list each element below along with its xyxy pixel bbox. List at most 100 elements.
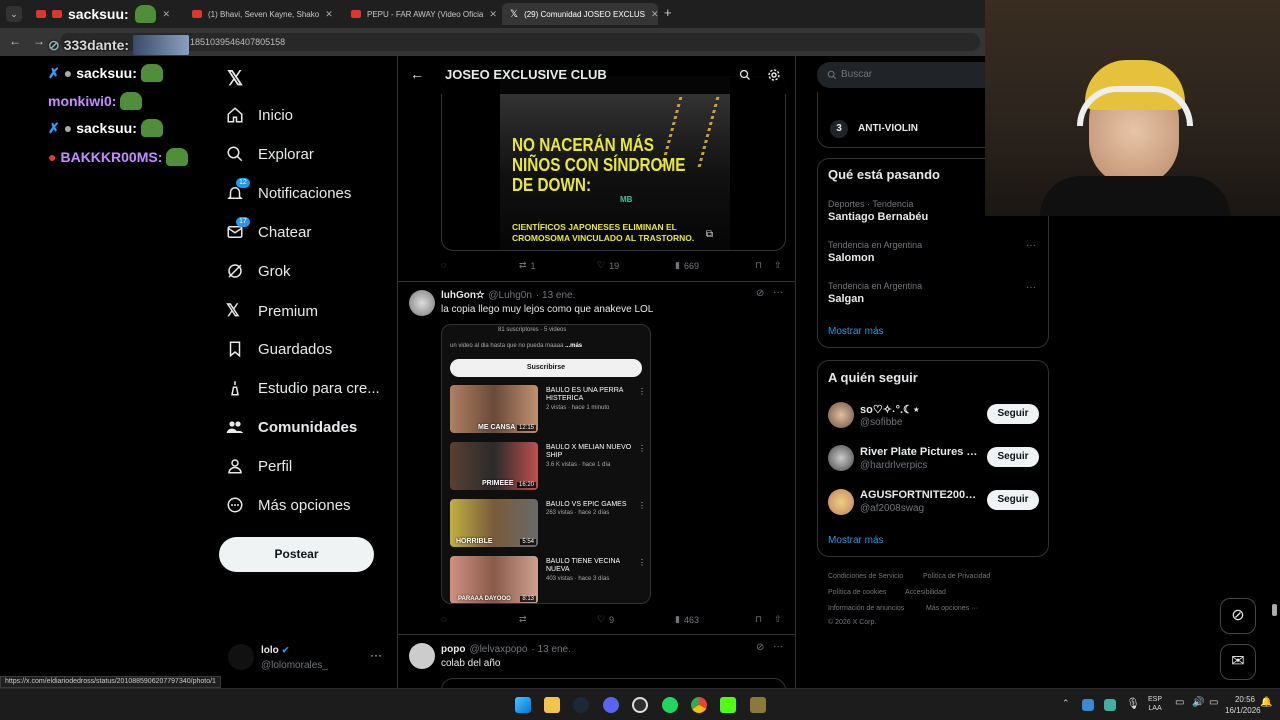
close-icon[interactable]: ✕ [489, 9, 497, 20]
steam-icon[interactable] [573, 697, 589, 713]
reply-button[interactable]: ◌ [441, 260, 446, 270]
close-icon[interactable]: ✕ [162, 9, 170, 20]
avatar[interactable] [828, 402, 854, 428]
sidebar-item-comunidades[interactable]: Comunidades [226, 418, 357, 436]
sidebar-item-notificaciones[interactable]: 12 Notificaciones [226, 178, 351, 202]
tray-app-icon[interactable] [1104, 699, 1116, 711]
app-icon[interactable] [750, 697, 766, 713]
footer-link[interactable]: Política de Privacidad [923, 573, 990, 580]
gear-icon[interactable] [767, 68, 781, 82]
post-button[interactable]: Postear [219, 537, 374, 572]
footer-link[interactable]: Accesibilidad [905, 589, 946, 596]
grok-icon[interactable]: ⊘ [756, 288, 764, 299]
retweet-button[interactable]: ⇄ 1 [519, 260, 536, 271]
like-button[interactable]: ♡ 9 [597, 614, 614, 625]
sidebar-item-premium[interactable]: 𝕏 Premium [226, 301, 318, 321]
show-more-link[interactable]: Mostrar más [828, 326, 884, 337]
trend-name[interactable]: Salgan [828, 293, 864, 305]
battery-icon[interactable]: ▭ [1209, 697, 1218, 708]
spotify-icon[interactable] [662, 697, 678, 713]
views-button[interactable]: ▮ 669 [675, 260, 699, 271]
follow-handle[interactable]: @hardrlverpics [860, 460, 927, 471]
scrollbar[interactable] [1272, 604, 1277, 616]
follow-name[interactable]: River Plate Pictures Th... [860, 446, 980, 458]
avatar[interactable] [828, 489, 854, 515]
sidebar-item-inicio[interactable]: Inicio [226, 106, 293, 124]
footer-link[interactable]: Más opciones ··· [926, 605, 978, 612]
author-handle[interactable]: @Luhg0n [488, 290, 532, 301]
footer-link[interactable]: Política de cookies [828, 589, 886, 596]
tab-youtube-3[interactable]: PEPU - FAR AWAY (Video Oficia ✕ [343, 3, 499, 25]
windows-start-icon[interactable] [515, 697, 531, 713]
url-field[interactable]: 1851039546407805158 [60, 33, 980, 51]
follow-name[interactable]: so♡✧˖°.☾⋆ [860, 403, 980, 416]
speaker-icon[interactable]: 🔊 [1192, 697, 1204, 708]
forward-icon[interactable]: → [33, 34, 45, 48]
sidebar-item-explorar[interactable]: Explorar [226, 145, 314, 163]
more-icon[interactable]: ··· [1026, 282, 1036, 293]
share-button[interactable]: ⇧ [774, 614, 782, 625]
retweet-button[interactable]: ⇄ [519, 614, 527, 625]
monitor-icon[interactable]: ▭ [1175, 697, 1184, 708]
timeline[interactable]: ← JOSEO EXCLUSIVE CLUB NO NACERÁN MÁS NI… [397, 56, 796, 720]
new-tab-button[interactable]: + [664, 5, 672, 20]
author-name[interactable]: popo [441, 644, 465, 655]
follow-handle[interactable]: @af2008swag [860, 503, 924, 514]
post-date[interactable]: · 13 ene. [536, 290, 575, 301]
x-logo-icon[interactable]: 𝕏 [227, 66, 243, 91]
file-explorer-icon[interactable] [544, 697, 560, 713]
avatar[interactable] [409, 643, 435, 669]
bookmark-button[interactable]: ⊓ [755, 260, 762, 271]
author-handle[interactable]: @lelvaxpopo [469, 644, 527, 655]
clock-date[interactable]: 16/1/2026 [1225, 705, 1261, 716]
close-icon[interactable]: ✕ [651, 9, 658, 20]
follow-button[interactable]: Seguir [987, 447, 1039, 467]
clock-time[interactable]: 20:56 [1225, 694, 1255, 705]
sidebar-item-perfil[interactable]: Perfil [226, 457, 292, 475]
tab-search-button[interactable]: ⌄ [6, 6, 22, 22]
back-arrow-icon[interactable]: ← [410, 66, 424, 82]
follow-button[interactable]: Seguir [987, 404, 1039, 424]
messages-floating-button[interactable]: ✉ [1220, 644, 1256, 680]
tab-x-community[interactable]: 𝕏 (29) Comunidad JOSEO EXCLUS ✕ [502, 3, 658, 25]
views-button[interactable]: ▮ 463 [675, 614, 699, 625]
like-button[interactable]: ♡ 19 [597, 260, 619, 271]
follow-name[interactable]: AGUSFORTNITE2008 ... [860, 489, 980, 501]
account-switcher[interactable]: lolo ✔ @lolomorales_ ··· [224, 640, 389, 676]
kick-icon[interactable] [720, 697, 736, 713]
search-field[interactable]: Buscar [817, 62, 997, 88]
close-icon[interactable]: ✕ [325, 9, 333, 20]
image-edit-icon[interactable]: ⧉ [706, 229, 713, 240]
sidebar-item-chatear[interactable]: 17 Chatear [226, 217, 311, 241]
post-media[interactable]: 81 suscriptores · 5 videos un video al d… [441, 324, 651, 604]
trend-name[interactable]: Salomon [828, 252, 874, 264]
sidebar-item-grok[interactable]: Grok [226, 262, 291, 280]
follow-handle[interactable]: @sofibbe [860, 417, 902, 428]
show-more-link[interactable]: Mostrar más [828, 535, 884, 546]
discord-icon[interactable] [603, 697, 619, 713]
mic-icon[interactable]: 🎙 [1126, 697, 1140, 710]
post-date[interactable]: · 13 ene. [531, 644, 570, 655]
notification-icon[interactable]: 🔔 [1260, 697, 1272, 708]
more-icon[interactable]: ··· [370, 648, 382, 662]
search-icon[interactable] [739, 69, 751, 81]
tab-youtube-1[interactable]: sacksuu: ✕ [28, 3, 178, 25]
sidebar-item-mas-opciones[interactable]: Más opciones [226, 496, 351, 514]
language-indicator[interactable]: ESP [1148, 695, 1162, 704]
chrome-icon[interactable] [691, 697, 707, 713]
more-icon[interactable]: ··· [1026, 240, 1036, 251]
reply-button[interactable]: ◌ [441, 614, 446, 624]
keyboard-layout[interactable]: LAA [1148, 704, 1162, 713]
avatar[interactable] [828, 445, 854, 471]
obs-icon[interactable] [632, 697, 648, 713]
sidebar-item-guardados[interactable]: Guardados [226, 340, 332, 358]
more-icon[interactable]: ··· [773, 287, 783, 298]
tab-youtube-2[interactable]: (1) Bhavi, Seven Kayne, Shako ✕ [184, 3, 340, 25]
footer-link[interactable]: Condiciones de Servicio [828, 573, 903, 580]
avatar[interactable] [409, 290, 435, 316]
sidebar-item-estudio[interactable]: Estudio para cre... [226, 379, 380, 397]
post-media[interactable]: NO NACERÁN MÁS NIÑOS CON SÍNDROME DE DOW… [441, 76, 786, 251]
tray-chevron-icon[interactable]: ⌃ [1062, 698, 1070, 709]
more-icon[interactable]: ··· [773, 641, 783, 652]
footer-link[interactable]: Información de anuncios [828, 605, 904, 612]
